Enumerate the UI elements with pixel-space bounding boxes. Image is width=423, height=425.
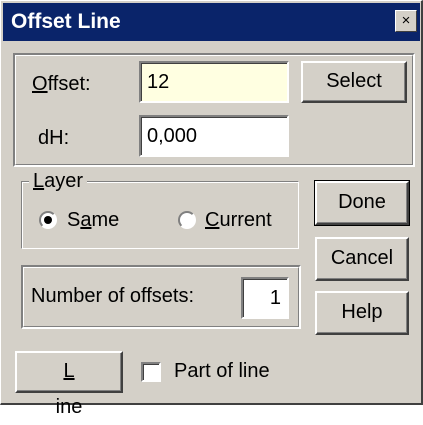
part-of-line-checkbox[interactable] [141,362,161,382]
number-of-offsets-label: Number of offsets: [31,285,195,307]
radio-selected-dot [44,216,52,224]
line-button[interactable]: Line [15,351,123,418]
title-bar: Offset Line × [3,3,420,41]
dh-input[interactable]: 0,000 [139,115,289,157]
cancel-button[interactable]: Cancel [315,237,409,281]
offset-input[interactable]: 12 [139,61,289,103]
dh-label: dH: [38,127,70,149]
layer-legend: Layer [29,170,88,193]
number-of-offsets-input[interactable]: 1 [241,277,289,319]
help-button[interactable]: Help [315,291,409,335]
close-icon[interactable]: × [395,10,417,32]
radio-same[interactable] [39,211,57,229]
radio-same-label[interactable]: Same [67,209,119,232]
window-title: Offset Line [11,10,121,33]
done-button[interactable]: Done [314,180,410,226]
radio-current[interactable] [178,211,196,229]
radio-current-label[interactable]: Current [205,209,272,232]
select-button[interactable]: Select [301,61,407,103]
offset-line-dialog: Offset Line × Offset: 12 dH: 0,000 Selec… [0,0,423,418]
part-of-line-label[interactable]: Part of line [174,360,270,383]
offset-label: Offset: [32,73,91,95]
